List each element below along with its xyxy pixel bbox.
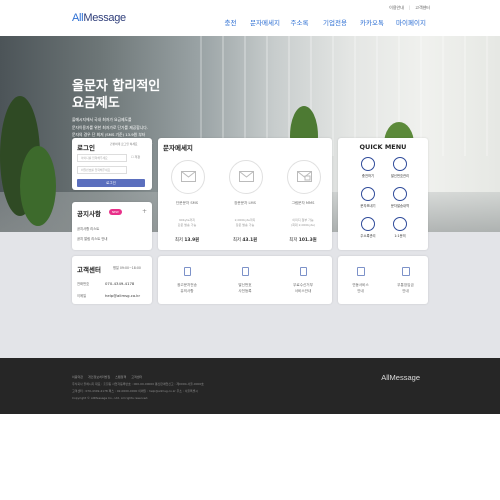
phone-label: 전화번호 <box>77 282 90 286</box>
service-unsubscribe[interactable]: 무료수신거부 서비스안내 <box>274 256 332 304</box>
quick-menu: QUICK MENU 충전하기 발신번호관리 문자보내기 문자발송내역 주소록관… <box>338 138 428 250</box>
envelope-icon <box>171 160 205 194</box>
message-title: 문자메세지 <box>163 144 193 152</box>
notice-item[interactable]: 공지사항 리스트 <box>77 226 99 231</box>
message-card: 문자메세지 단문문자 SMS 90byte까지 단문 발송 가능 최저 13.9원… <box>158 138 332 250</box>
header: AllMessage 이용안내 | 고객센터 충전 문자메세지 주소록 기업전용… <box>0 0 500 36</box>
phone-register-icon <box>242 267 249 276</box>
service-bank-deposit[interactable]: 무통장입금 안내 <box>383 256 428 304</box>
quick-inquiry[interactable]: 1:1문의 <box>385 217 415 238</box>
login-note: 간편하게 로그인 하세요 <box>110 142 138 146</box>
nav-business[interactable]: 기업전용 <box>316 17 354 27</box>
notice-item[interactable]: 공지 알림 리스트 안내 <box>77 236 107 241</box>
footer-copyright: Copyright © AllMessage Co., Ltd. All rig… <box>72 396 149 400</box>
sms-price: 최저 13.9원 <box>174 238 200 243</box>
footer-privacy-link[interactable]: 개인정보처리방침 <box>88 375 110 379</box>
history-icon <box>393 187 407 201</box>
coin-icon <box>361 157 375 171</box>
login-button[interactable]: 로그인 <box>77 179 145 187</box>
address-book-icon <box>361 217 375 231</box>
nav-mypage[interactable]: 마이페이지 <box>390 17 432 27</box>
divider: | <box>408 5 411 10</box>
utility-links: 이용안내 | 고객센터 <box>389 5 430 11</box>
service-sender-register[interactable]: 발신번호 사전등록 <box>216 256 274 304</box>
hero-title: 올문자 합리적인 요금제도 <box>72 79 161 111</box>
login-card: 로그인 간편하게 로그인 하세요 아이디를 입력해주세요 ☐ 저장 비밀번호를 … <box>72 138 152 190</box>
id-input[interactable]: 아이디를 입력해주세요 <box>77 154 127 162</box>
quick-history[interactable]: 문자발송내역 <box>385 187 415 208</box>
service-card: 광고문자전송 유의사항 발신번호 사전등록 무료수신거부 서비스안내 <box>158 256 332 304</box>
wallet-icon <box>402 267 410 276</box>
mms-price: 최저 101.3원 <box>289 238 317 243</box>
image-message-icon <box>287 160 321 194</box>
notice-title: 공지사항 <box>77 210 101 218</box>
nav-address[interactable]: 주소록 <box>283 17 316 27</box>
document-icon <box>184 267 191 276</box>
quick-charge[interactable]: 충전하기 <box>353 157 383 178</box>
password-input[interactable]: 비밀번호를 입력해주세요 <box>77 166 127 174</box>
quick-title: QUICK MENU <box>359 143 407 151</box>
footer-info: 주식회사 올메시지 대표 : 홍길동 사업자등록번호 : 000-00-0000… <box>72 382 204 386</box>
footer-logo: AllMessage <box>381 373 420 382</box>
lms-option[interactable]: 장문문자 LMS 2,000byte까지 장문 발송 가능 최저 43.1원 <box>216 152 274 250</box>
service-card-2: 연동서비스 안내 무통장입금 안내 <box>338 256 428 304</box>
nav-message[interactable]: 문자메세지 <box>247 17 283 27</box>
save-id-checkbox[interactable]: ☐ 저장 <box>131 155 140 159</box>
footer: 이용약관 개인정보처리방침 스팸정책 고객센터 주식회사 올메시지 대표 : 홍… <box>0 358 500 414</box>
footer-terms-link[interactable]: 이용약관 <box>72 375 83 379</box>
nav-charge[interactable]: 충전 <box>214 17 247 27</box>
util-guide-link[interactable]: 이용안내 <box>389 5 404 11</box>
logo[interactable]: AllMessage <box>72 12 126 24</box>
util-cs-link[interactable]: 고객센터 <box>415 5 430 11</box>
nav-kakao[interactable]: 카카오톡 <box>354 17 390 27</box>
notice-card: 공지사항 NEW + 공지사항 리스트 공지 알림 리스트 안내 <box>72 202 152 250</box>
phone-icon <box>393 157 407 171</box>
quick-send[interactable]: 문자보내기 <box>353 187 383 208</box>
email-value: help@allmsg.co.kr <box>105 293 141 298</box>
email-label: 이메일 <box>77 294 87 298</box>
footer-spam-link[interactable]: 스팸정책 <box>115 375 126 379</box>
chat-icon <box>393 217 407 231</box>
footer-links: 이용약관 개인정보처리방침 스팸정책 고객센터 <box>72 375 142 379</box>
cs-hours: 평일 09:00~18:00 <box>113 266 141 270</box>
service-integration[interactable]: 연동서비스 안내 <box>338 256 383 304</box>
cs-card: 고객센터 평일 09:00~18:00 전화번호 070-4349-4178 이… <box>72 256 152 304</box>
main-nav: 충전 문자메세지 주소록 기업전용 카카오톡 마이페이지 <box>214 17 432 27</box>
send-icon <box>361 187 375 201</box>
quick-address[interactable]: 주소록관리 <box>353 217 383 238</box>
plus-icon[interactable]: + <box>142 208 147 215</box>
sms-option[interactable]: 단문문자 SMS 90byte까지 단문 발송 가능 최저 13.9원 <box>158 152 216 250</box>
mms-option[interactable]: 그림문자 MMS 이미지 첨부 가능 (최대 2,000byte) 최저 101.… <box>274 152 332 250</box>
calendar-icon <box>357 267 365 276</box>
login-title: 로그인 <box>77 144 95 152</box>
footer-cs-link[interactable]: 고객센터 <box>131 375 142 379</box>
envelope-icon <box>229 160 263 194</box>
new-badge: NEW <box>109 209 122 215</box>
plant-left2 <box>20 146 56 226</box>
quick-sender-number[interactable]: 발신번호관리 <box>385 157 415 178</box>
phone-value: 070-4349-4178 <box>105 281 135 286</box>
footer-info: 고객센터 : 070-4349-4178 팩스 : 02-0000-0000 이… <box>72 389 199 393</box>
cs-title: 고객센터 <box>77 266 101 274</box>
shield-icon <box>300 267 307 276</box>
service-ad-notice[interactable]: 광고문자전송 유의사항 <box>158 256 216 304</box>
lms-price: 최저 43.1원 <box>232 238 258 243</box>
